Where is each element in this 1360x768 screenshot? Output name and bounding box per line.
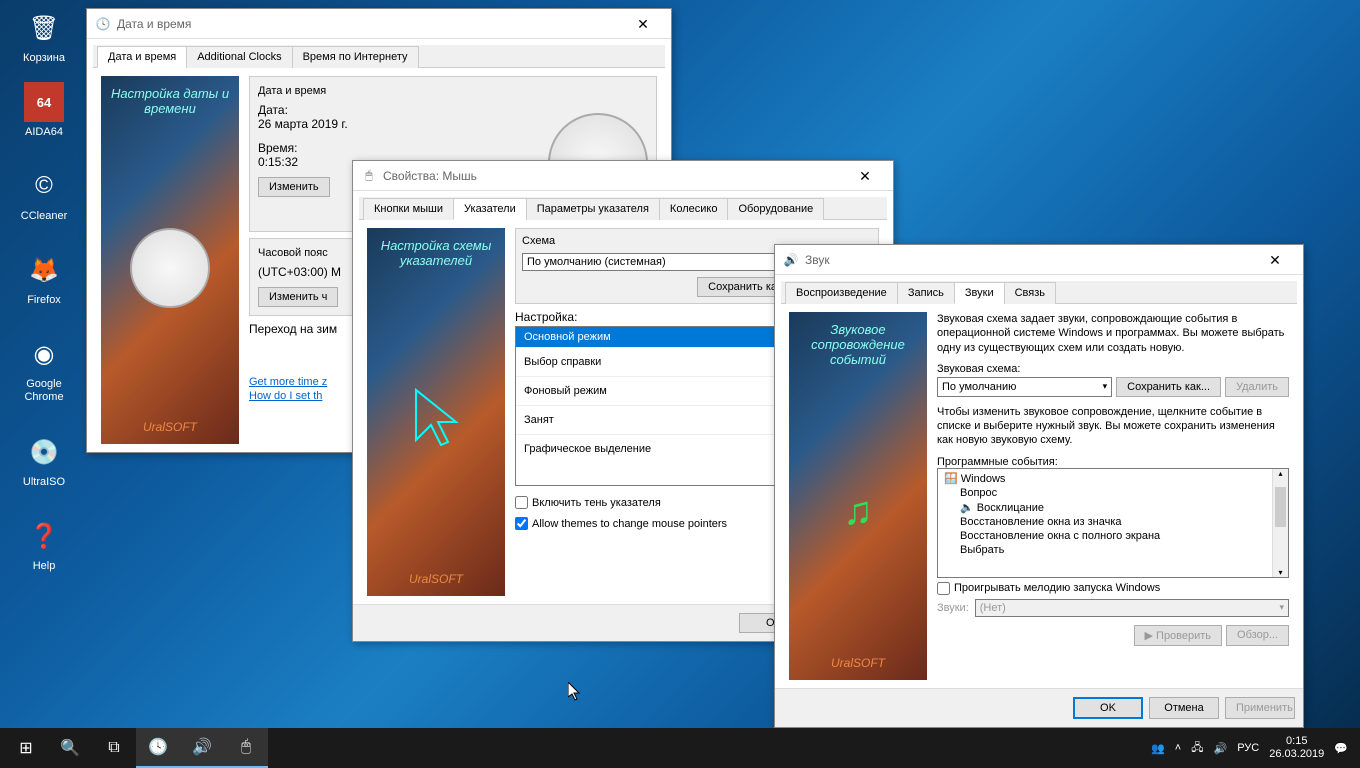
desktop-icon-aida64[interactable]: 64AIDA64 [12, 82, 76, 139]
taskbar-app-sound[interactable]: 🔊 [180, 728, 224, 768]
date-value: 26 марта 2019 г. [258, 117, 528, 131]
cursor-icon [568, 682, 582, 702]
desktop-icon-recycle[interactable]: 🗑Корзина [12, 8, 76, 65]
tab-additional-clocks[interactable]: Additional Clocks [186, 46, 292, 68]
tab-playback[interactable]: Воспроизведение [785, 282, 898, 304]
events-label: Программные события: [937, 456, 1289, 468]
cursor-illustration [396, 370, 476, 470]
change-timezone-button[interactable]: Изменить ч [258, 287, 338, 307]
taskbar-app-mouse[interactable]: 🖱 [224, 728, 268, 768]
mouse-icon: 🖱 [361, 168, 377, 184]
side-panel-image: Настройка даты и времени UralSOFT [101, 76, 239, 444]
taskbar-app-datetime[interactable]: 🕓 [136, 728, 180, 768]
tab-pointer-options[interactable]: Параметры указателя [526, 198, 660, 220]
clock-illustration [130, 228, 210, 308]
shadow-checkbox[interactable]: Включить тень указателя [515, 496, 661, 509]
chrome-icon: ◉ [24, 334, 64, 374]
apply-button: Применить [1225, 697, 1295, 719]
dialog-buttons: OK Отмена Применить [775, 688, 1303, 727]
desktop-icon-ccleaner[interactable]: ©CCleaner [12, 166, 76, 223]
tabs-mouse: Кнопки мыши Указатели Параметры указател… [359, 197, 887, 220]
tray-chevron-icon[interactable]: ˄ [1175, 742, 1181, 754]
ultraiso-icon: 💿 [24, 432, 64, 472]
taskbar: ⊞ 🔍 ⧉ 🕓 🔊 🖱 👥 ˄ 🖧 🔊 РУС 0:15 26.03.2019 … [0, 728, 1360, 768]
time-label: Время: [258, 141, 528, 155]
speaker-icon: 🔊 [783, 252, 799, 268]
music-note-icon: ♫ [843, 489, 873, 534]
tab-sounds[interactable]: Звуки [954, 282, 1005, 304]
events-tree[interactable]: 🪟 Windows Вопрос 🔈 Восклицание Восстанов… [937, 468, 1289, 578]
titlebar-mouse[interactable]: 🖱 Свойства: Мышь ✕ [353, 161, 893, 191]
desktop-icon-firefox[interactable]: 🦊Firefox [12, 250, 76, 307]
firefox-icon: 🦊 [24, 250, 64, 290]
side-panel-image: Настройка схемы указателей UralSOFT [367, 228, 505, 596]
scheme-label: Звуковая схема: [937, 363, 1289, 375]
save-as-button[interactable]: Сохранить как... [1116, 377, 1221, 397]
close-button[interactable]: ✕ [1255, 246, 1295, 274]
tabs-datetime: Дата и время Additional Clocks Время по … [93, 45, 665, 68]
tree-item[interactable]: Вопрос [940, 486, 1286, 500]
start-button[interactable]: ⊞ [4, 728, 48, 768]
scheme-description: Звуковая схема задает звуки, сопровождаю… [937, 312, 1289, 355]
side-panel-image: Звуковое сопровождение событий ♫ UralSOF… [789, 312, 927, 680]
notifications-icon[interactable]: 💬 [1334, 742, 1348, 755]
desktop-icon-chrome[interactable]: ◉Google Chrome [12, 334, 76, 404]
scrollbar[interactable] [1272, 469, 1288, 577]
tree-item[interactable]: Восстановление окна с полного экрана [940, 529, 1286, 543]
tree-item[interactable]: Выбрать [940, 543, 1286, 557]
tab-internet-time[interactable]: Время по Интернету [292, 46, 419, 68]
window-title: Звук [805, 253, 1255, 267]
titlebar-sound[interactable]: 🔊 Звук ✕ [775, 245, 1303, 275]
tabs-sound: Воспроизведение Запись Звуки Связь [781, 281, 1297, 304]
change-datetime-button[interactable]: Изменить [258, 177, 330, 197]
desktop-icon-help[interactable]: ❓Help [12, 516, 76, 573]
tab-buttons[interactable]: Кнопки мыши [363, 198, 454, 220]
aida64-icon: 64 [24, 82, 64, 122]
sounds-label: Звуки: [937, 602, 969, 614]
tab-wheel[interactable]: Колесико [659, 198, 729, 220]
cancel-button[interactable]: Отмена [1149, 697, 1219, 719]
people-icon[interactable]: 👥 [1151, 742, 1165, 755]
test-button: ▶ Проверить [1134, 625, 1223, 646]
tab-datetime[interactable]: Дата и время [97, 46, 187, 68]
tree-root[interactable]: 🪟 Windows [940, 471, 1286, 486]
tab-hardware[interactable]: Оборудование [727, 198, 824, 220]
window-sound: 🔊 Звук ✕ Воспроизведение Запись Звуки Св… [774, 244, 1304, 728]
window-title: Дата и время [117, 17, 623, 31]
sounds-dropdown: (Нет) [975, 599, 1289, 617]
search-button[interactable]: 🔍 [48, 728, 92, 768]
browse-button: Обзор... [1226, 625, 1289, 646]
window-title: Свойства: Мышь [383, 169, 845, 183]
ccleaner-icon: © [24, 166, 64, 206]
close-button[interactable]: ✕ [623, 10, 663, 38]
recycle-icon: 🗑 [24, 8, 64, 48]
tree-item[interactable]: Восстановление окна из значка [940, 515, 1286, 529]
volume-icon[interactable]: 🔊 [1214, 742, 1228, 755]
scheme-dropdown[interactable]: По умолчанию [937, 377, 1112, 397]
ok-button[interactable]: OK [1073, 697, 1143, 719]
events-description: Чтобы изменить звуковое сопровождение, щ… [937, 405, 1289, 448]
clock-tray[interactable]: 0:15 26.03.2019 [1269, 735, 1324, 761]
network-icon[interactable]: 🖧 [1191, 739, 1203, 758]
desktop-icon-ultraiso[interactable]: 💿UltraISO [12, 432, 76, 489]
delete-button: Удалить [1225, 377, 1289, 397]
clock-icon: 🕓 [95, 16, 111, 32]
tab-pointers[interactable]: Указатели [453, 198, 527, 220]
tree-item[interactable]: 🔈 Восклицание [940, 500, 1286, 515]
close-button[interactable]: ✕ [845, 162, 885, 190]
date-label: Дата: [258, 103, 528, 117]
startup-sound-checkbox[interactable]: Проигрывать мелодию запуска Windows [937, 582, 1289, 595]
task-view-button[interactable]: ⧉ [92, 728, 136, 768]
language-indicator[interactable]: РУС [1237, 742, 1259, 754]
tab-communications[interactable]: Связь [1004, 282, 1056, 304]
tab-recording[interactable]: Запись [897, 282, 955, 304]
help-icon: ❓ [24, 516, 64, 556]
titlebar-datetime[interactable]: 🕓 Дата и время ✕ [87, 9, 671, 39]
